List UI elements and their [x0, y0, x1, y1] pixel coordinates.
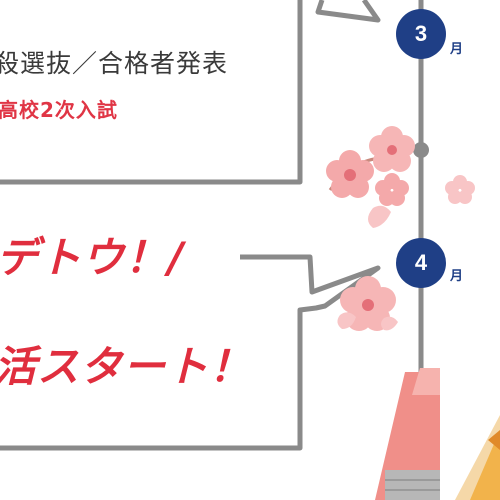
- month-badge-april: 4: [396, 238, 446, 288]
- pencil-icon: [375, 368, 440, 500]
- april-headline-text: デトウ！/: [0, 233, 185, 282]
- timeline-dot: [413, 142, 429, 158]
- month-badge-march: 3: [396, 9, 446, 59]
- pencil-tip-icon: [455, 415, 500, 500]
- sakura-petal-icon: [381, 316, 398, 331]
- march-event-text: 殺選抜／合格者発表: [0, 49, 229, 78]
- sakura-branch-icon: [326, 126, 475, 228]
- march-subtitle-text: 高校2次入試: [0, 98, 118, 122]
- april-event-text: 活スタート！: [0, 342, 253, 391]
- month-unit-april: 月: [450, 269, 464, 284]
- march-speech-bubble: [0, 0, 381, 185]
- month-unit-march: 月: [450, 42, 464, 57]
